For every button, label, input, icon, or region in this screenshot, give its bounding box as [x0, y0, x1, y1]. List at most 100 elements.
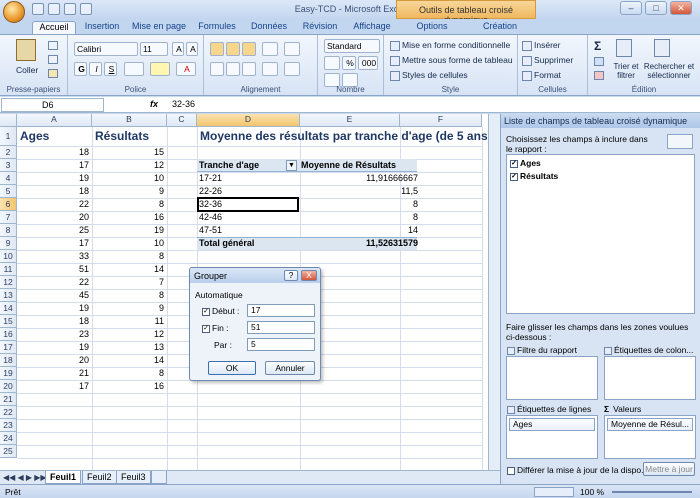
cell-a[interactable]: 18	[17, 185, 89, 198]
row-field-ages[interactable]: Ages	[509, 418, 595, 431]
cell-b[interactable]: 14	[92, 263, 164, 276]
row-header-4[interactable]: 4	[0, 172, 17, 185]
select-all-corner[interactable]	[0, 114, 17, 127]
defer-update-checkbox[interactable]: Différer la mise à jour de la dispo...	[507, 465, 648, 475]
cell-a[interactable]: 18	[17, 146, 89, 159]
row-header-20[interactable]: 20	[0, 380, 17, 393]
sheet-tab-feuil2[interactable]: Feuil2	[82, 471, 117, 484]
paste-icon[interactable]	[16, 39, 36, 61]
column-header-d[interactable]: D	[197, 114, 300, 127]
pivot-row-label[interactable]: 17-21	[199, 172, 294, 185]
row-header-10[interactable]: 10	[0, 250, 17, 263]
cell-a[interactable]: 19	[17, 172, 89, 185]
fill-color-icon[interactable]	[150, 62, 170, 76]
dialog-help-button[interactable]: ?	[284, 270, 298, 281]
field-ages[interactable]: ✓ Ages	[510, 158, 541, 168]
cell-b[interactable]: 16	[92, 380, 164, 393]
cell-a[interactable]: 33	[17, 250, 89, 263]
row-header-1[interactable]: 1	[0, 127, 17, 146]
cell-b[interactable]: 9	[92, 185, 164, 198]
insert-cells-button[interactable]: Insérer	[522, 40, 560, 51]
sheet-tab-feuil1[interactable]: Feuil1	[45, 471, 82, 484]
column-header-c[interactable]: C	[167, 114, 197, 127]
undo-icon[interactable]	[48, 3, 60, 15]
cell-a[interactable]: 22	[17, 276, 89, 289]
by-input[interactable]: 5	[247, 338, 315, 351]
row-header-24[interactable]: 24	[0, 432, 17, 445]
cell-b[interactable]: 8	[92, 289, 164, 302]
merge-center-icon[interactable]	[284, 62, 300, 76]
sort-filter-label[interactable]: Trier et filtrer	[612, 62, 640, 80]
shrink-font-icon[interactable]: A	[186, 42, 198, 56]
cell-b[interactable]: 15	[92, 146, 164, 159]
tab-insertion[interactable]: Insertion	[80, 21, 124, 34]
zoom-level[interactable]: 100 %	[580, 487, 604, 497]
start-input[interactable]: 17	[247, 304, 315, 317]
row-header-19[interactable]: 19	[0, 367, 17, 380]
delete-cells-button[interactable]: Supprimer	[522, 55, 573, 66]
cell-styles-button[interactable]: Styles de cellules	[390, 70, 468, 81]
cell-a[interactable]: 17	[17, 237, 89, 250]
pivot-row-value[interactable]: 8	[300, 198, 418, 211]
sheet-tab-feuil3[interactable]: Feuil3	[116, 471, 151, 484]
align-left-icon[interactable]	[210, 62, 224, 76]
insert-function-icon[interactable]: fx	[150, 99, 158, 109]
font-size-select[interactable]: 11	[140, 42, 168, 56]
row-header-5[interactable]: 5	[0, 185, 17, 198]
field-resultats[interactable]: ✓ Résultats	[510, 171, 558, 181]
row-header-18[interactable]: 18	[0, 354, 17, 367]
pivot-row-value[interactable]: 14	[300, 224, 418, 237]
column-header-f[interactable]: F	[400, 114, 482, 127]
column-header-a[interactable]: A	[17, 114, 92, 127]
row-header-25[interactable]: 25	[0, 445, 17, 458]
cell-b[interactable]: 10	[92, 237, 164, 250]
cell-a[interactable]: 23	[17, 328, 89, 341]
zoom-slider[interactable]	[612, 491, 692, 493]
pivot-row-value[interactable]: 8	[300, 211, 418, 224]
cell-a1[interactable]: Ages	[20, 127, 90, 146]
cell-a[interactable]: 25	[17, 224, 89, 237]
row-header-6[interactable]: 6	[0, 198, 17, 211]
row-header-22[interactable]: 22	[0, 406, 17, 419]
decrease-indent-icon[interactable]	[262, 62, 278, 76]
cell-b[interactable]: 11	[92, 315, 164, 328]
cell-a[interactable]: 45	[17, 289, 89, 302]
number-format-select[interactable]: Standard	[324, 39, 380, 53]
cell-b[interactable]: 8	[92, 250, 164, 263]
filter-dropdown-icon[interactable]: ▼	[286, 160, 297, 171]
find-select-icon[interactable]	[654, 39, 670, 57]
cell-a[interactable]: 19	[17, 302, 89, 315]
row-header-17[interactable]: 17	[0, 341, 17, 354]
orientation-icon[interactable]	[262, 42, 278, 56]
update-button[interactable]: Mettre à jour	[643, 462, 695, 476]
report-filter-zone[interactable]	[506, 356, 598, 400]
format-as-table-button[interactable]: Mettre sous forme de tableau	[390, 55, 513, 66]
row-labels-zone[interactable]: Ages	[506, 415, 598, 459]
ok-button[interactable]: OK	[208, 361, 256, 375]
view-buttons-icon[interactable]	[534, 487, 574, 497]
pivot-row-value[interactable]: 11,5	[300, 185, 418, 198]
cell-b[interactable]: 9	[92, 302, 164, 315]
underline-button[interactable]: S	[104, 62, 117, 76]
pivot-total-label[interactable]: Total général	[199, 237, 294, 250]
grow-font-icon[interactable]: A	[172, 42, 184, 56]
align-middle-icon[interactable]	[226, 42, 240, 56]
minimize-button[interactable]: –	[620, 1, 642, 15]
thousands-button[interactable]: 000	[358, 56, 378, 70]
font-color-icon[interactable]: A	[176, 62, 196, 76]
row-header-23[interactable]: 23	[0, 419, 17, 432]
row-header-15[interactable]: 15	[0, 315, 17, 328]
values-zone[interactable]: Moyenne de Résul...	[604, 415, 696, 459]
cell-b[interactable]: 8	[92, 198, 164, 211]
column-labels-zone[interactable]	[604, 356, 696, 400]
cell-a[interactable]: 19	[17, 341, 89, 354]
cell-b[interactable]: 13	[92, 341, 164, 354]
borders-icon[interactable]	[124, 62, 144, 76]
paste-label[interactable]: Coller	[16, 65, 38, 75]
italic-button[interactable]: I	[89, 62, 102, 76]
tab-revision[interactable]: Révision	[299, 21, 341, 34]
cell-a[interactable]: 22	[17, 198, 89, 211]
align-right-icon[interactable]	[242, 62, 256, 76]
office-button[interactable]	[3, 1, 25, 23]
redo-icon[interactable]	[64, 3, 76, 15]
